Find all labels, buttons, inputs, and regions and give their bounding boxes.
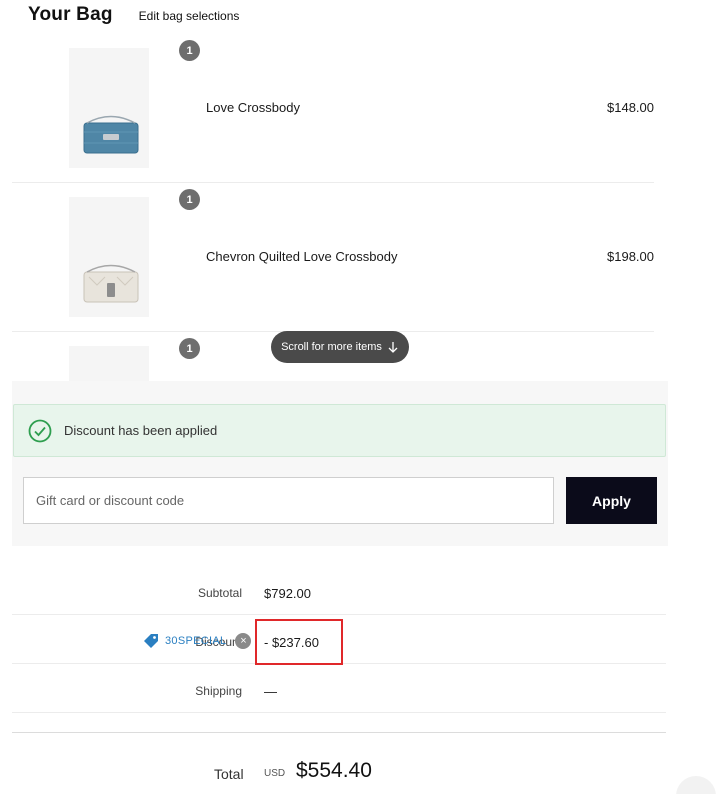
subtotal-label: Subtotal (197, 586, 242, 600)
apply-button[interactable]: Apply (566, 477, 657, 524)
quantity-badge: 1 (179, 338, 200, 359)
check-circle-icon (28, 419, 52, 442)
scroll-hint-label: Scroll for more items (281, 341, 382, 353)
subtotal-value: $792.00 (264, 586, 311, 601)
total-row: Total USD $554.40 (12, 732, 666, 792)
bag-item: 1 Chevron Quilted Love Crossbody $198.00 (12, 183, 654, 332)
shipping-label: Shipping (195, 684, 242, 698)
remove-discount-icon[interactable]: × (235, 633, 252, 649)
item-price: $148.00 (607, 100, 654, 115)
blue-crossbody-bag-image (83, 115, 139, 154)
arrow-down-icon (388, 342, 398, 353)
shipping-row: Shipping — (12, 664, 666, 713)
product-thumbnail[interactable] (69, 197, 149, 317)
discount-tag: 30SPECIAL × (142, 633, 252, 649)
product-thumbnail[interactable] (69, 346, 149, 382)
discount-code: 30SPECIAL (165, 635, 227, 647)
tag-icon (144, 634, 158, 648)
total-label: Total (214, 766, 244, 782)
page-title: Your Bag (28, 4, 113, 25)
item-name[interactable]: Love Crossbody (206, 100, 300, 115)
alert-text: Discount has been applied (64, 423, 218, 438)
bag-header: Your Bag Edit bag selections (28, 4, 239, 26)
bag-item: 1 Love Crossbody $148.00 (12, 34, 654, 183)
order-summary: Subtotal $792.00 Discount 30SPECIAL × - … (12, 566, 666, 713)
subtotal-row: Subtotal $792.00 (12, 566, 666, 615)
item-name[interactable]: Chevron Quilted Love Crossbody (206, 249, 398, 264)
shipping-value: — (264, 684, 277, 699)
discount-applied-alert: Discount has been applied (13, 404, 666, 457)
cream-quilted-crossbody-bag-image (83, 264, 139, 303)
item-price: $198.00 (607, 249, 654, 264)
discount-code-input[interactable] (23, 477, 554, 524)
scroll-for-more-button[interactable]: Scroll for more items (271, 331, 409, 363)
discount-highlight-box (255, 619, 343, 665)
promo-panel: Discount has been applied Apply (12, 381, 668, 546)
quantity-badge: 1 (179, 189, 200, 210)
bag-items-list[interactable]: 1 Love Crossbody $148.00 1 Chevron Quilt… (12, 34, 654, 382)
quantity-badge: 1 (179, 40, 200, 61)
product-thumbnail[interactable] (69, 48, 149, 168)
total-currency: USD (264, 768, 286, 779)
edit-bag-selections-link[interactable]: Edit bag selections (139, 9, 240, 23)
chat-widget-edge[interactable] (676, 776, 716, 794)
total-amount: $554.40 (296, 759, 372, 782)
